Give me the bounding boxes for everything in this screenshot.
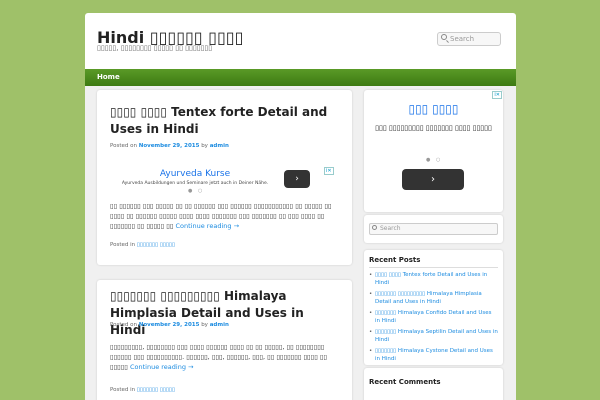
- post-author-link[interactable]: admin: [210, 143, 229, 149]
- search-icon: [441, 34, 447, 40]
- recent-posts-list: ▯▯▯▯ ▯▯▯▯ Tentex forte Detail and Uses i…: [369, 271, 498, 365]
- sidebar-ad-arrow-button[interactable]: ›: [402, 169, 464, 190]
- post-title[interactable]: ▯▯▯▯▯▯▯ ▯▯▯▯▯▯▯▯▯ Himalaya Himplasia Det…: [110, 288, 340, 339]
- post-meta: Posted on November 29, 2015 by admin: [110, 322, 229, 328]
- inline-ad[interactable]: Ayurveda Kurse Ayurveda Ausbildungen und…: [110, 167, 340, 195]
- search-icon: [372, 225, 377, 230]
- sidebar-ad-text: ▯▯▯ ▯▯▯▯▯▯▯▯▯ ▯▯▯▯▯▯▯ ▯▯▯▯ ▯▯▯▯▯: [375, 124, 492, 132]
- recent-post-link[interactable]: ▯▯▯▯▯▯▯ Himalaya Confido Detail and Uses…: [369, 309, 498, 325]
- ad-choices-icon[interactable]: i✕: [492, 91, 502, 99]
- posted-on-label: Posted on: [110, 143, 137, 149]
- sidebar-search-placeholder: Search: [380, 225, 401, 232]
- site-tagline: ▯▯▯▯▯, ▯▯▯▯▯▯▯▯ ▯▯▯▯▯ ▯▯ ▯▯▯▯▯▯▯: [97, 44, 213, 52]
- ad-choices-icon[interactable]: i✕: [324, 167, 334, 175]
- post-excerpt: ▯▯▯▯▯▯▯▯▯, ▯▯▯▯▯▯▯▯ ▯▯▯ ▯▯▯▯ ▯▯▯▯▯▯ ▯▯▯▯…: [110, 342, 340, 372]
- recent-post-link[interactable]: ▯▯▯▯▯▯▯ ▯▯▯▯▯▯▯▯▯ Himalaya Himplasia Det…: [369, 290, 498, 306]
- continue-reading-link[interactable]: Continue reading →: [130, 363, 194, 371]
- post-article: ▯▯▯▯ ▯▯▯▯ Tentex forte Detail and Uses i…: [97, 90, 352, 265]
- nav-item-home[interactable]: Home: [97, 73, 120, 81]
- header-search-input[interactable]: Search: [437, 32, 501, 46]
- post-excerpt: ▯▯ ▯▯▯▯▯▯ ▯▯▯ ▯▯▯▯▯ ▯▯ ▯▯ ▯▯▯▯▯▯ ▯▯▯ ▯▯▯…: [110, 201, 340, 231]
- recent-posts-widget: Recent Posts ▯▯▯▯ ▯▯▯▯ Tentex forte Deta…: [364, 250, 503, 365]
- continue-reading-link[interactable]: Continue reading →: [176, 222, 240, 230]
- ad-text: Ayurveda Ausbildungen und Seminare jetzt…: [121, 181, 269, 186]
- post-footer: Posted in ▯▯▯▯▯▯▯ ▯▯▯▯▯: [110, 242, 175, 248]
- post-date-link[interactable]: November 29, 2015: [139, 322, 200, 328]
- recent-comments-widget: Recent Comments: [364, 368, 503, 400]
- sidebar-search-input[interactable]: Search: [369, 223, 498, 235]
- recent-comments-heading: Recent Comments: [369, 378, 441, 386]
- by-label: by: [201, 143, 208, 149]
- category-link[interactable]: ▯▯▯▯▯▯▯ ▯▯▯▯▯: [137, 242, 175, 248]
- post-title[interactable]: ▯▯▯▯ ▯▯▯▯ Tentex forte Detail and Uses i…: [110, 104, 340, 138]
- by-label: by: [201, 322, 208, 328]
- ad-carousel-dots: ● ○: [426, 157, 443, 163]
- sidebar-ad-title[interactable]: ▯▯▯ ▯▯▯▯: [364, 102, 503, 116]
- ad-arrow-button[interactable]: ›: [284, 170, 310, 188]
- post-article: ▯▯▯▯▯▯▯ ▯▯▯▯▯▯▯▯▯ Himalaya Himplasia Det…: [97, 280, 352, 400]
- post-meta: Posted on November 29, 2015 by admin: [110, 143, 229, 149]
- posted-in-label: Posted in: [110, 387, 136, 393]
- header-search-placeholder: Search: [450, 35, 475, 43]
- divider: [369, 267, 498, 268]
- post-date-link[interactable]: November 29, 2015: [139, 143, 200, 149]
- ad-carousel-dots: ● ○: [188, 188, 205, 194]
- post-footer: Posted in ▯▯▯▯▯▯▯ ▯▯▯▯▯: [110, 387, 175, 393]
- posted-in-label: Posted in: [110, 242, 136, 248]
- ad-title[interactable]: Ayurveda Kurse: [110, 169, 280, 179]
- recent-posts-heading: Recent Posts: [369, 256, 421, 264]
- sidebar-ad[interactable]: i✕ ▯▯▯ ▯▯▯▯ ▯▯▯ ▯▯▯▯▯▯▯▯▯ ▯▯▯▯▯▯▯ ▯▯▯▯ ▯…: [364, 90, 503, 212]
- post-author-link[interactable]: admin: [210, 322, 229, 328]
- sidebar-search-widget: Search: [364, 215, 503, 243]
- recent-post-link[interactable]: ▯▯▯▯ ▯▯▯▯ Tentex forte Detail and Uses i…: [369, 271, 498, 287]
- recent-post-link[interactable]: ▯▯▯▯▯▯▯ Himalaya Septilin Detail and Use…: [369, 328, 498, 344]
- posted-on-label: Posted on: [110, 322, 137, 328]
- main-nav: Home: [85, 69, 516, 86]
- category-link[interactable]: ▯▯▯▯▯▯▯ ▯▯▯▯▯: [137, 387, 175, 393]
- recent-post-link[interactable]: ▯▯▯▯▯▯▯ Himalaya Cystone Detail and Uses…: [369, 347, 498, 363]
